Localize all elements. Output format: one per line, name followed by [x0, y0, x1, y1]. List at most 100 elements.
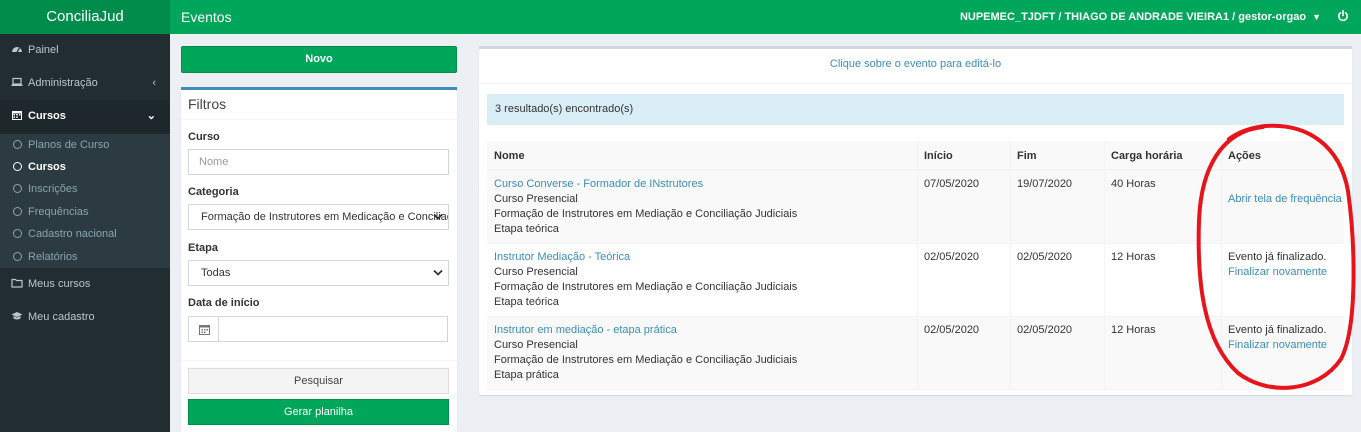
- sidebar: Painel Administração ‹ Cursos ⌄ Planos d…: [0, 34, 170, 432]
- submenu-item-inscricoes[interactable]: Inscrições: [0, 178, 170, 200]
- sidebar-item-painel[interactable]: Painel: [0, 34, 170, 67]
- chevron-down-icon: [433, 213, 443, 220]
- stage-label: Etapa: [188, 242, 218, 254]
- event-name-link[interactable]: Instrutor em mediação - etapa prática: [494, 323, 797, 338]
- chevron-left-icon: ‹: [152, 77, 156, 89]
- dashboard-icon: [12, 47, 22, 53]
- submenu-item-label: Inscrições: [28, 183, 78, 195]
- finalize-again-link[interactable]: Finalizar novamente: [1228, 265, 1327, 280]
- sidebar-item-label: Meus cursos: [28, 278, 91, 290]
- submenu-item-label: Planos de Curso: [28, 139, 110, 151]
- event-hours: 12 Horas: [1111, 251, 1156, 263]
- laptop-icon: [11, 77, 23, 87]
- column-header-start: Início: [924, 150, 953, 162]
- event-status: Evento já finalizado.: [1228, 324, 1327, 336]
- event-start-date: 07/05/2020: [924, 178, 980, 190]
- event-end-date: 19/07/2020: [1017, 178, 1073, 190]
- generate-spreadsheet-button[interactable]: Gerar planilha: [188, 399, 449, 425]
- event-category: Formação de Instrutores em Mediação e Co…: [494, 281, 798, 293]
- sidebar-item-meu-cadastro[interactable]: Meu cadastro: [0, 301, 170, 334]
- submenu-item-label: Cursos: [28, 161, 66, 173]
- course-name-input[interactable]: Nome: [188, 149, 449, 175]
- sidebar-item-label: Administração: [28, 77, 98, 89]
- table-header: Nome Início Fim Carga horária Ações: [487, 141, 1344, 171]
- event-name-link[interactable]: Instrutor Mediação - Teórica: [494, 250, 797, 265]
- sidebar-item-meus-cursos[interactable]: Meus cursos: [0, 268, 170, 301]
- sidebar-item-cursos[interactable]: Cursos ⌄: [0, 100, 170, 133]
- table-row[interactable]: Curso Converse - Formador de INstrutores…: [487, 171, 1344, 244]
- event-end-date: 02/05/2020: [1017, 251, 1073, 263]
- event-status: Evento já finalizado.: [1228, 251, 1327, 263]
- results-panel: Clique sobre o evento para editá-lo 3 re…: [479, 46, 1352, 395]
- event-stage: Etapa prática: [494, 369, 559, 381]
- results-count: 3 resultado(s) encontrado(s): [487, 94, 1344, 125]
- app-logo[interactable]: ConciliaJud: [0, 0, 170, 34]
- circle-icon: [13, 139, 22, 149]
- stage-select-value: Todas: [201, 267, 231, 279]
- column-header-hours: Carga horária: [1111, 150, 1183, 162]
- stage-select[interactable]: Todas: [188, 260, 449, 286]
- user-menu[interactable]: NUPEMEC_TJDFT / THIAGO DE ANDRADE VIEIRA…: [960, 0, 1321, 34]
- event-type: Curso Presencial: [494, 339, 578, 351]
- category-select[interactable]: Formação de Instrutores em Medicação e C…: [188, 204, 449, 230]
- event-stage: Etapa teórica: [494, 223, 559, 235]
- event-name-link[interactable]: Curso Converse - Formador de INstrutores: [494, 177, 797, 192]
- event-end-date: 02/05/2020: [1017, 324, 1073, 336]
- calendar-icon: [199, 325, 210, 335]
- column-header-end: Fim: [1017, 150, 1037, 162]
- event-type: Curso Presencial: [494, 266, 578, 278]
- submenu-item-relatorios[interactable]: Relatórios: [0, 246, 170, 268]
- category-select-value: Formação de Instrutores em Medicação e C…: [201, 211, 448, 223]
- table-row[interactable]: Instrutor em mediação - etapa prática Cu…: [487, 317, 1344, 390]
- submenu-item-frequencias[interactable]: Frequências: [0, 201, 170, 223]
- circle-icon: [13, 183, 22, 193]
- event-hours: 40 Horas: [1111, 178, 1156, 190]
- page-title: Eventos: [181, 9, 232, 25]
- submenu-item-planos-de-curso[interactable]: Planos de Curso: [0, 134, 170, 156]
- calendar-icon: [12, 111, 22, 121]
- sidebar-item-administracao[interactable]: Administração ‹: [0, 67, 170, 100]
- date-picker-addon[interactable]: [188, 316, 219, 342]
- folder-icon: [11, 278, 23, 288]
- edit-hint: Clique sobre o evento para editá-lo: [829, 58, 1002, 70]
- caret-down-icon: ▼: [1312, 12, 1321, 22]
- search-button[interactable]: Pesquisar: [188, 368, 449, 394]
- chevron-down-icon: ⌄: [146, 110, 156, 122]
- user-name: NUPEMEC_TJDFT / THIAGO DE ANDRADE VIEIRA…: [959, 11, 1307, 23]
- circle-icon: [13, 206, 22, 216]
- circle-icon: [13, 251, 22, 261]
- finalize-again-link[interactable]: Finalizar novamente: [1228, 338, 1327, 353]
- event-hours: 12 Horas: [1111, 324, 1156, 336]
- chevron-down-icon: [433, 269, 443, 276]
- power-icon[interactable]: [1337, 10, 1349, 22]
- sidebar-item-label: Meu cadastro: [28, 311, 95, 323]
- start-date-input[interactable]: [218, 316, 448, 342]
- event-stage: Etapa teórica: [494, 296, 559, 308]
- event-type: Curso Presencial: [494, 193, 578, 205]
- divider: [181, 119, 457, 120]
- top-header: ConciliaJud Eventos NUPEMEC_TJDFT / THIA…: [0, 0, 1361, 34]
- event-category: Formação de Instrutores em Mediação e Co…: [494, 208, 798, 220]
- table-row[interactable]: Instrutor Mediação - Teórica Curso Prese…: [487, 244, 1344, 317]
- course-label: Curso: [188, 131, 220, 143]
- submenu-item-cadastro-nacional[interactable]: Cadastro nacional: [0, 223, 170, 245]
- open-attendance-link[interactable]: Abrir tela de frequência: [1228, 192, 1342, 207]
- divider: [181, 360, 457, 361]
- event-category: Formação de Instrutores em Mediação e Co…: [494, 354, 798, 366]
- submenu-item-label: Frequências: [28, 206, 89, 218]
- divider: [479, 83, 1352, 84]
- cursos-submenu: Planos de Curso Cursos Inscrições Frequê…: [0, 134, 170, 268]
- column-header-actions: Ações: [1228, 150, 1262, 162]
- event-start-date: 02/05/2020: [924, 251, 980, 263]
- submenu-item-label: Cadastro nacional: [28, 228, 117, 240]
- circle-icon: [13, 161, 22, 171]
- filters-panel: Filtros Curso Nome Categoria Formação de…: [181, 87, 457, 432]
- sidebar-item-label: Painel: [28, 44, 59, 56]
- submenu-item-label: Relatórios: [28, 251, 78, 263]
- category-label: Categoria: [188, 186, 239, 198]
- graduation-cap-icon: [11, 312, 23, 320]
- new-button[interactable]: Novo: [181, 46, 457, 73]
- sidebar-item-label: Cursos: [28, 110, 66, 122]
- submenu-item-cursos[interactable]: Cursos: [0, 156, 170, 178]
- filters-title: Filtros: [188, 96, 227, 112]
